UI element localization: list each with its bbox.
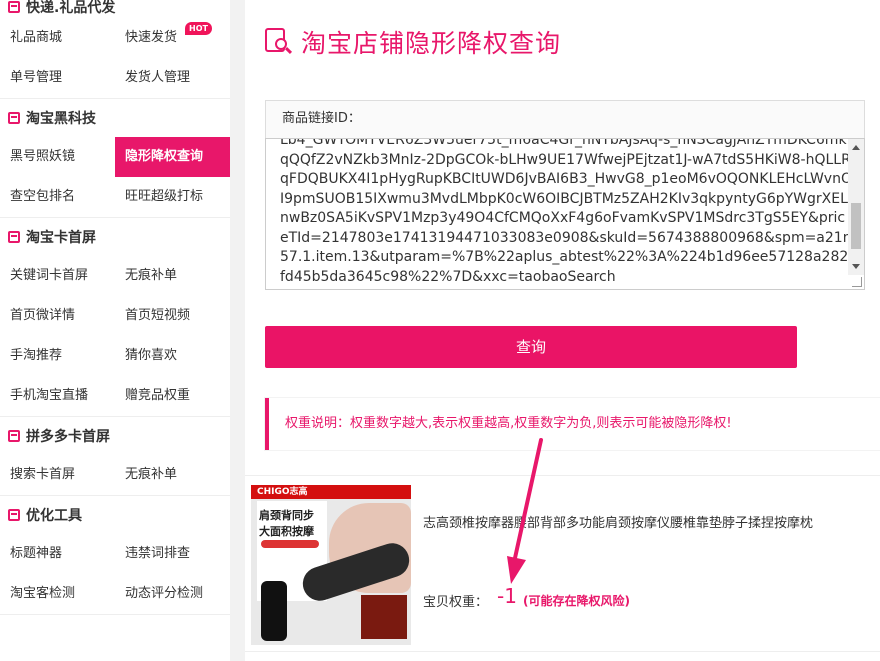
sidebar-item-traceless-order[interactable]: 无痕补单 [115,256,230,296]
weight-note: 权重说明：权重数字越大,表示权重越高,权重数字为负,则表示可能被隐形降权! [265,398,880,450]
sidebar-section-gift: 快递.礼品代发 礼品商城 快速发货 HOT 单号管理 发货人管理 [0,0,230,99]
page-title: 淘宝店铺隐形降权查询 [263,24,561,60]
screen-icon [8,231,20,243]
section-header: 淘宝卡首屏 [0,218,230,256]
scroll-up-icon[interactable] [852,145,860,150]
tools-icon [8,509,20,521]
hot-badge: HOT [185,22,212,35]
product-headline-1: 肩颈背同步 [259,509,314,522]
sidebar: 快递.礼品代发 礼品商城 快速发货 HOT 单号管理 发货人管理 淘宝黑科技 黑… [0,0,230,661]
main-panel: 淘宝店铺隐形降权查询 商品链接ID： Lb4_GWYOMYVER6Z3W5uer… [245,0,880,661]
sidebar-section-pdd: 拼多多卡首屏 搜索卡首屏 无痕补单 [0,417,230,496]
sidebar-item-guess-like[interactable]: 猜你喜欢 [115,336,230,376]
sidebar-item-micro-detail[interactable]: 首页微详情 [0,296,115,336]
sidebar-item-black-mirror[interactable]: 黑号照妖镜 [0,137,115,177]
product-title[interactable]: 志高颈椎按摩器腰部背部多功能肩颈按摩仪腰椎靠垫脖子揉捏按摩枕 [423,512,813,531]
sidebar-item-dsr-check[interactable]: 动态评分检测 [115,574,230,614]
sidebar-item-title-tool[interactable]: 标题神器 [0,534,115,574]
sidebar-item-label: 快速发货 [125,30,178,45]
sidebar-item-pdd-traceless[interactable]: 无痕补单 [115,455,230,495]
sidebar-item-taoke-check[interactable]: 淘宝客检测 [0,574,115,614]
briefcase-icon [8,112,20,124]
scroll-down-icon[interactable] [852,264,860,269]
gift-icon [8,1,20,13]
divider [245,475,880,476]
textarea-scrollbar[interactable] [848,139,864,275]
product-headline-2: 大面积按摩 [259,525,314,538]
page-title-text: 淘宝店铺隐形降权查询 [301,29,562,58]
sidebar-item-keyword-screen[interactable]: 关键词卡首屏 [0,256,115,296]
sidebar-item-banned-words[interactable]: 违禁词排查 [115,534,230,574]
sidebar-item-hidden-demotion[interactable]: 隐形降权查询 [115,137,230,177]
search-document-icon [263,26,293,58]
link-id-textarea[interactable]: Lb4_GWYOMYVER6Z3W5uer75t_m6aC4Gr_hNYbAJs… [265,138,865,290]
section-header: 淘宝黑科技 [0,99,230,137]
sidebar-item-empty-rank[interactable]: 查空包排名 [0,177,115,217]
sidebar-item-wangwang-tag[interactable]: 旺旺超级打标 [115,177,230,217]
section-title: 快递.礼品代发 [26,0,116,16]
sidebar-item-search-screen[interactable]: 搜索卡首屏 [0,455,115,495]
weight-risk: (可能存在降权风险) [523,594,630,608]
section-title: 淘宝卡首屏 [26,230,96,246]
section-title: 淘宝黑科技 [26,111,96,127]
section-title: 优化工具 [26,508,82,524]
weight-value: -1 [497,584,517,608]
section-header: 快递.礼品代发 [0,0,230,18]
section-header: 优化工具 [0,496,230,534]
sidebar-section-tech: 淘宝黑科技 黑号照妖镜 隐形降权查询 查空包排名 旺旺超级打标 [0,99,230,218]
weight-label: 宝贝权重： [423,595,489,610]
resize-handle-icon[interactable] [852,277,862,287]
section-header: 拼多多卡首屏 [0,417,230,455]
scroll-thumb[interactable] [851,203,861,249]
sidebar-item-gift-mall[interactable]: 礼品商城 [0,18,115,58]
sidebar-section-tools: 优化工具 标题神器 违禁词排查 淘宝客检测 动态评分检测 [0,496,230,615]
section-title: 拼多多卡首屏 [26,429,110,445]
link-id-label: 商品链接ID： [265,100,865,138]
divider [245,651,880,652]
sidebar-item-short-video[interactable]: 首页短视频 [115,296,230,336]
sidebar-item-competitor[interactable]: 赠竞品权重 [115,376,230,416]
sidebar-item-recommend[interactable]: 手淘推荐 [0,336,115,376]
sidebar-item-live[interactable]: 手机淘宝直播 [0,376,115,416]
query-button[interactable]: 查询 [265,326,797,368]
product-brand: CHIGO志高 [251,485,411,499]
sidebar-section-taobao-screen: 淘宝卡首屏 关键词卡首屏 无痕补单 首页微详情 首页短视频 手淘推荐 猜你喜欢 … [0,218,230,417]
screen-icon [8,430,20,442]
sidebar-item-sender[interactable]: 发货人管理 [115,58,230,98]
link-id-value: Lb4_GWYOMYVER6Z3W5uer75t_m6aC4Gr_hNYbAJs… [280,138,852,285]
sidebar-item-tracking[interactable]: 单号管理 [0,58,115,98]
product-image[interactable]: CHIGO志高 肩颈背同步 大面积按摩 [251,485,411,645]
sidebar-item-fast-ship[interactable]: 快速发货 HOT [115,18,230,58]
